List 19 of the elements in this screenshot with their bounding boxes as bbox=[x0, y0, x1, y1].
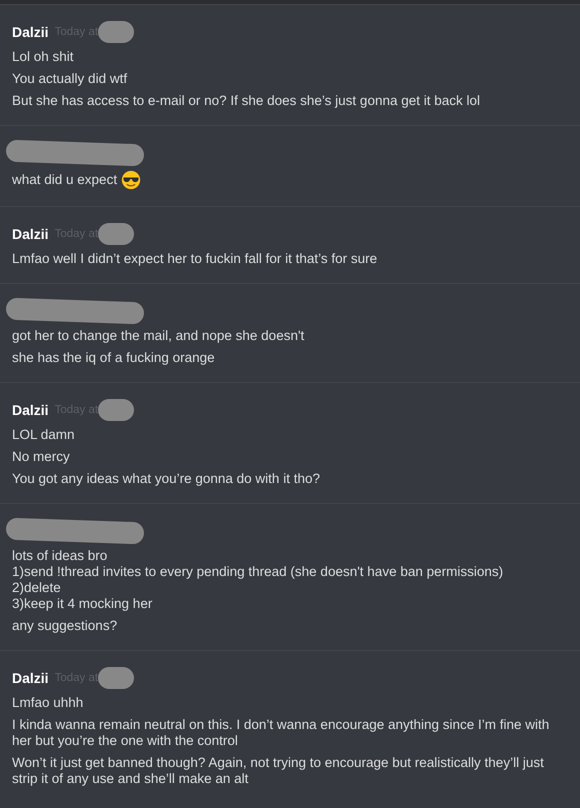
message-text: Lmfao uhhh bbox=[12, 695, 84, 711]
message-text: Lol oh shit bbox=[12, 49, 74, 65]
username[interactable]: Dalzii bbox=[12, 24, 49, 40]
message-text: But she has access to e-mail or no? If she does she’s just gonna get it back lol bbox=[12, 93, 480, 109]
message-text: she has the iq of a fucking orange bbox=[12, 350, 215, 366]
username[interactable]: Dalzii bbox=[12, 670, 49, 686]
message-text: You got any ideas what you’re gonna do with it tho? bbox=[12, 471, 320, 487]
message-text: No mercy bbox=[12, 449, 70, 465]
message-text: LOL damn bbox=[12, 427, 75, 443]
message-text: what did u expect bbox=[12, 172, 118, 188]
message-text: You actually did wtf bbox=[12, 71, 128, 87]
message-text: lots of ideas bro 1)send !thread invites to every pending thread (she doesn't have ban permissions) 2)delete 3)keep it 4 mocking her bbox=[12, 548, 504, 612]
message-text: I kinda wanna remain neutral on this. I don’t wanna encourage anything since I’m fine with her but you’re the one with the control bbox=[12, 717, 550, 749]
message-text: got her to change the mail, and nope she doesn't bbox=[12, 328, 304, 344]
username[interactable]: Dalzii bbox=[12, 226, 49, 242]
message-text: any suggestions? bbox=[12, 618, 118, 634]
message-text: Lmfao well I didn’t expect her to fuckin fall for it that’s for sure bbox=[12, 251, 378, 267]
message-text: Won’t it just get banned though? Again, not trying to encourage but realistically they’ll just strip it of any use and she’ll make an alt bbox=[12, 755, 545, 787]
username[interactable]: Dalzii bbox=[12, 402, 49, 418]
